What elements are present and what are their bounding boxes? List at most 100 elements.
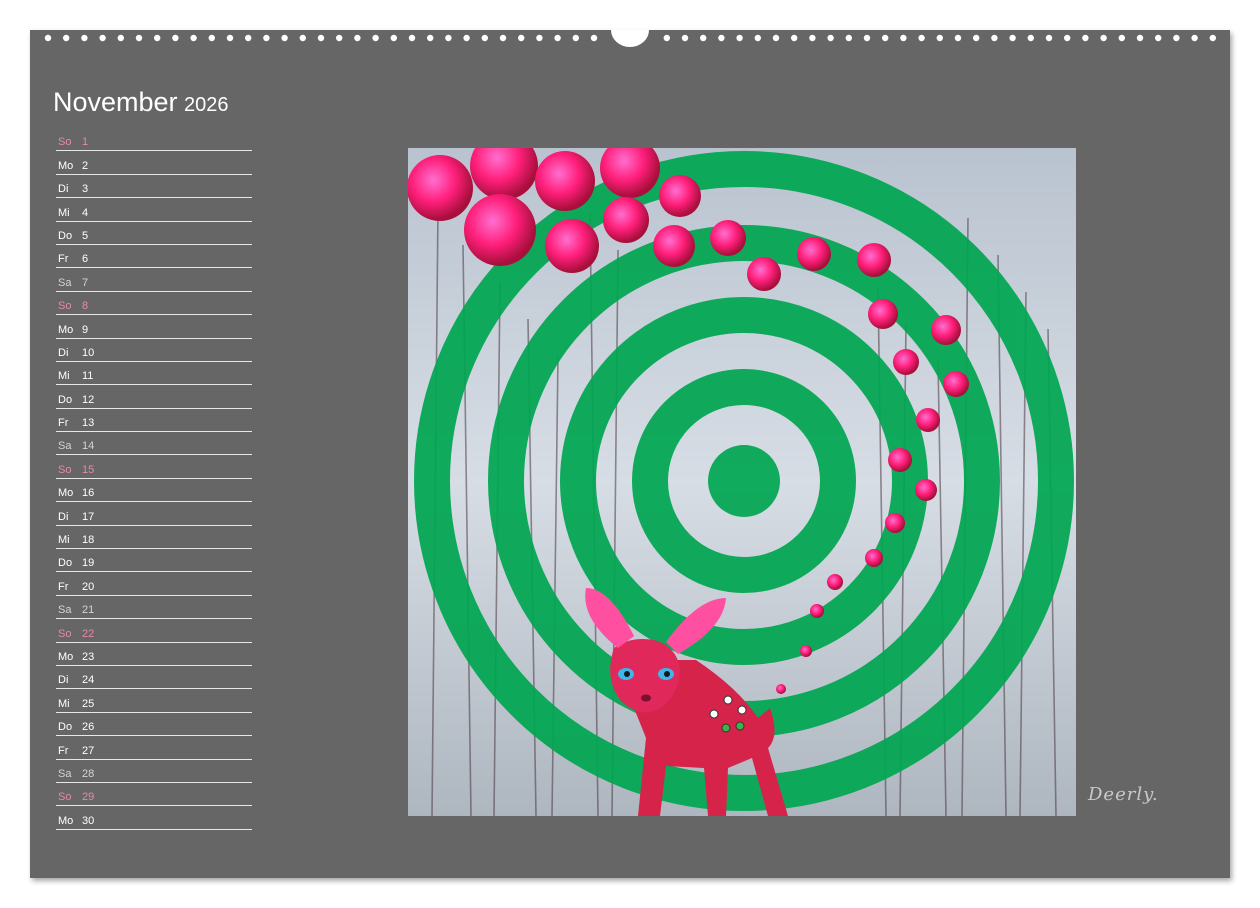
day-number: 30: [82, 814, 95, 827]
day-row: Mi 4: [56, 198, 252, 222]
binding-hole: [463, 34, 470, 42]
weekday-label: Fr: [58, 744, 69, 757]
binding-hole: [791, 34, 798, 42]
day-number: 8: [82, 300, 89, 313]
binding-hole: [172, 34, 179, 42]
weekday-label: Mo: [58, 323, 74, 336]
pink-bubble: [865, 549, 883, 567]
day-row: Di 3: [56, 175, 252, 199]
day-row: Mi 11: [56, 362, 252, 386]
day-row: Mo 16: [56, 479, 252, 503]
binding-hole: [190, 34, 197, 42]
month-title: November 2026: [53, 87, 229, 118]
pink-bubble: [653, 225, 695, 267]
artwork-image: [408, 148, 1076, 816]
pink-bubble: [710, 220, 746, 256]
binding-hole: [863, 34, 871, 42]
day-row: Mo 9: [56, 315, 252, 339]
day-row: So 29: [56, 783, 252, 807]
day-row: So 22: [56, 619, 252, 643]
pink-bubble: [659, 175, 701, 217]
day-row: Fr 27: [56, 736, 252, 760]
binding-hole: [1173, 34, 1180, 42]
binding-hole: [572, 34, 579, 42]
day-row: Mo 2: [56, 151, 252, 175]
day-number: 6: [82, 253, 89, 266]
pink-bubble: [893, 349, 919, 375]
pink-bubble: [535, 151, 595, 211]
day-number: 7: [82, 276, 89, 289]
weekday-label: Mo: [58, 159, 74, 172]
binding-hole: [245, 34, 252, 42]
binding-hole: [918, 34, 925, 42]
weekday-label: Mi: [58, 370, 70, 383]
day-row: Sa 14: [56, 432, 252, 456]
pink-bubble: [810, 604, 824, 618]
day-number: 27: [82, 744, 95, 757]
binding-hole: [536, 34, 543, 42]
day-number: 5: [82, 229, 89, 242]
binding-hole: [226, 34, 234, 42]
day-number: 16: [82, 487, 95, 500]
binding-hole: [281, 34, 288, 42]
day-row: Mo 23: [56, 643, 252, 666]
artist-signature: Deerly.: [1088, 784, 1159, 805]
pink-bubble: [603, 197, 649, 243]
binding-hole: [700, 34, 707, 42]
day-row: Sa 21: [56, 596, 252, 620]
day-number: 3: [82, 183, 89, 196]
weekday-label: Sa: [58, 604, 72, 617]
weekday-label: Fr: [58, 253, 69, 266]
binding-hole: [427, 34, 434, 42]
weekday-label: Sa: [58, 276, 72, 289]
binding-hole: [1064, 34, 1071, 42]
binding-hole: [900, 34, 907, 42]
weekday-label: Sa: [58, 767, 72, 780]
binding-hole: [882, 34, 889, 42]
pink-bubble: [797, 237, 831, 271]
day-row: So 8: [56, 292, 252, 316]
day-row: Do 12: [56, 385, 252, 409]
day-number: 12: [82, 393, 95, 406]
day-row: Di 24: [56, 666, 252, 690]
weekday-label: Fr: [58, 580, 69, 593]
day-row: Mi 18: [56, 526, 252, 550]
binding-hole: [772, 34, 780, 42]
weekday-label: So: [58, 136, 72, 149]
day-row: Fr 13: [56, 409, 252, 433]
day-number: 23: [82, 650, 95, 663]
day-number: 10: [82, 346, 95, 359]
binding-hole: [154, 34, 161, 42]
weekday-label: So: [58, 300, 72, 313]
day-row: Mi 25: [56, 689, 252, 713]
binding-hole: [99, 34, 106, 42]
day-row: Do 5: [56, 222, 252, 245]
weekday-label: Di: [58, 346, 69, 359]
weekday-label: Mi: [58, 534, 70, 547]
binding-hole: [1045, 34, 1053, 42]
pink-bubble: [916, 408, 940, 432]
binding-hole: [718, 34, 725, 42]
binding-hole: [936, 34, 943, 42]
binding-hole: [44, 34, 52, 42]
binding-hole: [445, 34, 452, 42]
binding-hole: [590, 34, 598, 42]
binding-hole: [1100, 34, 1107, 42]
weekday-label: Mi: [58, 697, 70, 710]
binding-hole: [117, 34, 125, 42]
day-number: 17: [82, 510, 95, 523]
binding-hole: [827, 34, 834, 42]
day-row: Fr 6: [56, 245, 252, 269]
day-number: 21: [82, 604, 95, 617]
binding-hole: [263, 34, 270, 42]
day-number: 13: [82, 417, 95, 430]
pink-bubble: [827, 574, 843, 590]
binding-hole: [1009, 34, 1016, 42]
day-row: So 1: [56, 128, 252, 152]
day-row: Sa 28: [56, 760, 252, 783]
day-row: Di 17: [56, 502, 252, 526]
day-number: 4: [82, 206, 89, 219]
day-row: Sa 7: [56, 268, 252, 292]
day-number: 15: [82, 463, 95, 476]
weekday-label: Do: [58, 393, 73, 406]
